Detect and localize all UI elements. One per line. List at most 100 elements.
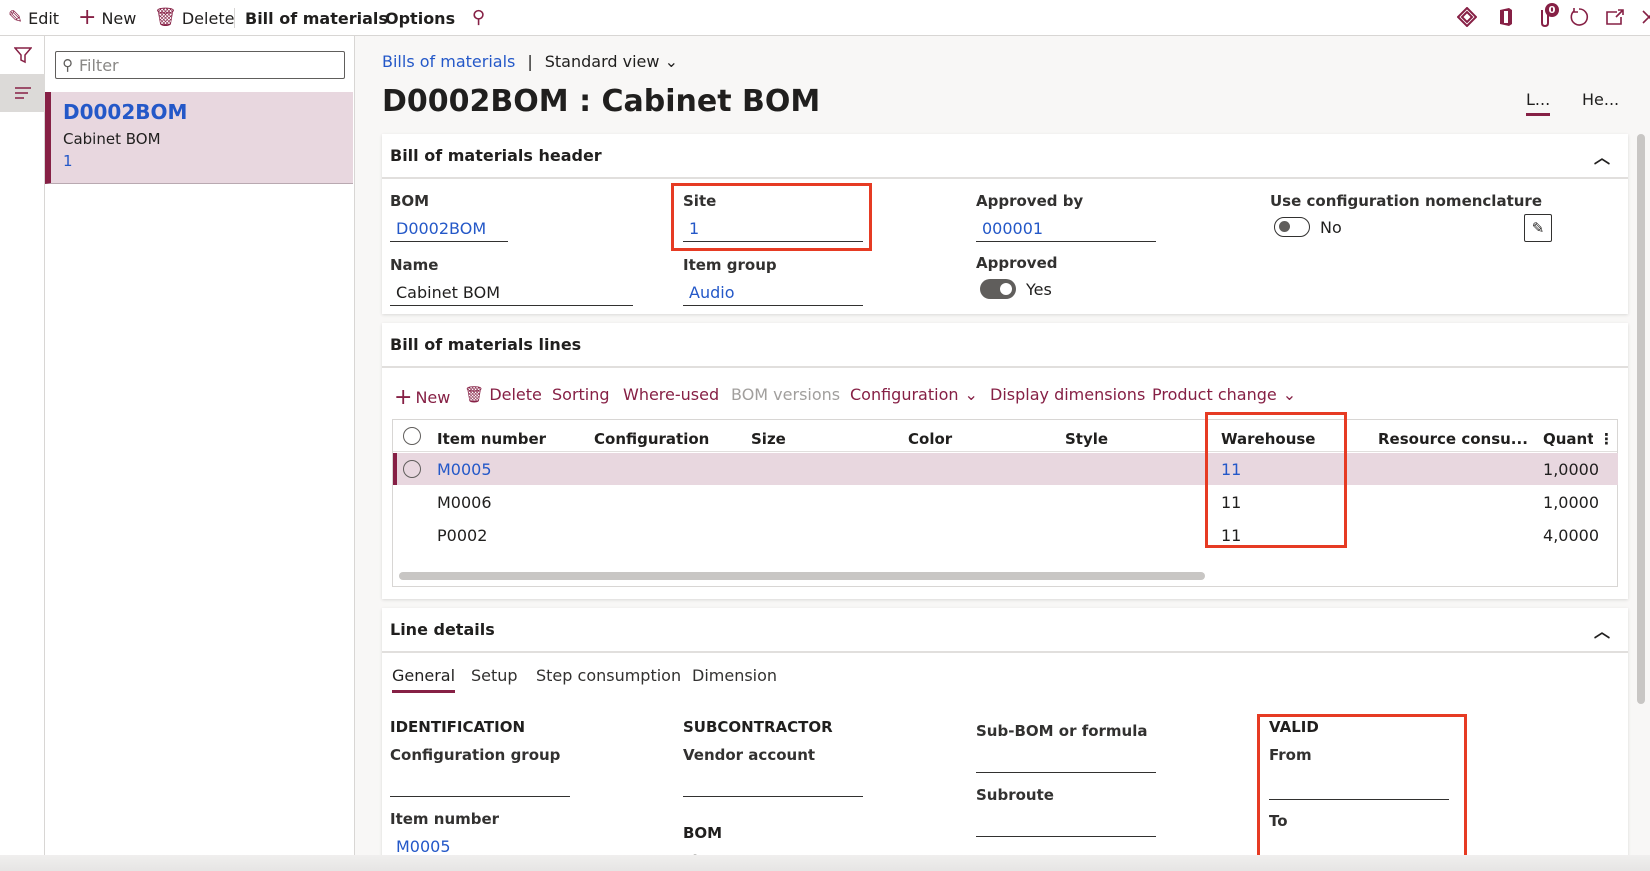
search-icon: ⚲ [62, 56, 73, 74]
cell-item-number[interactable]: P0002 [437, 526, 487, 545]
configuration-group-label: Configuration group [390, 746, 561, 764]
table-row[interactable]: M0006 11 1,0000 [393, 486, 1618, 518]
diamond-grid-icon[interactable] [1454, 4, 1480, 30]
attachment-count-badge: 0 [1545, 3, 1559, 17]
pencil-icon: ✎ [8, 7, 24, 28]
name-field[interactable]: Cabinet BOM [390, 280, 633, 306]
breadcrumb-link[interactable]: Bills of materials [382, 52, 515, 71]
funnel-icon [13, 47, 32, 64]
tab-setup[interactable]: Setup [471, 666, 518, 685]
valid-from-field[interactable] [1269, 799, 1449, 800]
delete-button[interactable]: 🗑 Delete [154, 6, 234, 30]
sorting-button[interactable]: Sorting [552, 385, 610, 404]
column-header-resource-consumption[interactable]: Resource consu... [1378, 430, 1528, 448]
chevron-down-icon: ⌄ [664, 52, 678, 71]
cell-quantity[interactable]: 4,0000 [1535, 526, 1599, 545]
more-columns-icon[interactable]: ⋮ [1599, 430, 1614, 448]
tab-header-view[interactable]: He... [1582, 90, 1619, 109]
left-rail [0, 36, 45, 871]
cell-item-number[interactable]: M0005 [437, 460, 492, 479]
edit-nomenclature-button[interactable]: ✎ [1524, 214, 1552, 242]
vendor-account-label: Vendor account [683, 746, 816, 764]
table-row[interactable]: M0005 11 1,0000 [393, 453, 1618, 485]
list-item-id: D0002BOM [63, 100, 188, 124]
use-config-nomenclature-value: No [1320, 218, 1342, 237]
cell-quantity[interactable]: 1,0000 [1535, 493, 1599, 512]
section-header[interactable]: Line details ︿ [382, 608, 1628, 653]
lines-new-button[interactable]: + New [394, 385, 450, 410]
bom-lines-grid: Item number Configuration Size Color Sty… [392, 412, 1618, 587]
item-group-label: Item group [683, 256, 777, 274]
tab-lines-view[interactable]: L... [1526, 90, 1551, 116]
list-icon [14, 87, 31, 99]
command-bar: ✎ Edit + New 🗑 Delete Bill of materials Opt… [0, 0, 1650, 36]
edit-button[interactable]: ✎ Edit [8, 6, 59, 30]
sub-bom-label: Sub-BOM or formula [976, 722, 1148, 740]
bom-field[interactable]: D0002BOM [390, 216, 508, 242]
configuration-menu[interactable]: Configuration ⌄ [850, 385, 978, 404]
cell-quantity[interactable]: 1,0000 [1535, 460, 1599, 479]
column-header-configuration[interactable]: Configuration [594, 430, 709, 448]
new-button[interactable]: + New [78, 6, 136, 30]
filter-pane-button[interactable] [0, 36, 45, 74]
tab-general[interactable]: General [392, 666, 456, 693]
section-header[interactable]: Bill of materials header ︿ [382, 134, 1628, 179]
where-used-button[interactable]: Where-used [623, 385, 719, 404]
select-all-radio[interactable] [403, 427, 421, 445]
line-details-card: Line details ︿ General Setup Step consum… [382, 608, 1628, 871]
sub-bom-field[interactable] [976, 772, 1156, 773]
site-field[interactable]: 1 [683, 216, 863, 242]
close-icon[interactable] [1636, 4, 1650, 30]
use-config-nomenclature-toggle[interactable] [1274, 217, 1310, 237]
site-label: Site [683, 192, 717, 210]
configuration-group-field[interactable] [390, 796, 570, 797]
column-header-size[interactable]: Size [751, 430, 786, 448]
trash-icon: 🗑 [464, 385, 485, 404]
tab-step-consumption[interactable]: Step consumption [536, 666, 681, 685]
view-selector[interactable]: Standard view ⌄ [545, 52, 678, 71]
product-change-menu[interactable]: Product change ⌄ [1152, 385, 1296, 404]
pencil-icon: ✎ [1531, 219, 1545, 237]
column-header-color[interactable]: Color [908, 430, 952, 448]
subroute-field[interactable] [976, 836, 1156, 837]
bom-heading: BOM [683, 824, 723, 842]
column-header-style[interactable]: Style [1065, 430, 1108, 448]
column-header-quantity[interactable]: Quantit [1543, 430, 1593, 448]
lines-delete-button[interactable]: 🗑 Delete [464, 385, 542, 404]
item-number-label: Item number [390, 810, 500, 828]
divider [234, 8, 235, 28]
table-row[interactable]: P0002 11 4,0000 [393, 519, 1618, 551]
chevron-up-icon[interactable]: ︿ [1594, 144, 1610, 168]
filter-input[interactable]: ⚲ Filter [55, 51, 345, 79]
search-button[interactable]: ⚲ [472, 6, 490, 30]
display-dimensions-button[interactable]: Display dimensions [990, 385, 1145, 404]
options-menu[interactable]: Options [385, 6, 455, 30]
list-view-button[interactable] [0, 74, 45, 112]
approved-toggle[interactable] [980, 279, 1016, 299]
bill-of-materials-menu[interactable]: Bill of materials [245, 6, 388, 30]
plus-icon: + [394, 385, 413, 410]
bom-versions-button[interactable]: BOM versions [731, 385, 840, 404]
item-group-field[interactable]: Audio [683, 280, 863, 306]
column-header-item-number[interactable]: Item number [437, 430, 546, 448]
section-header[interactable]: Bill of materials lines [382, 323, 1628, 368]
vertical-scrollbar[interactable] [1637, 134, 1645, 704]
office-icon[interactable] [1493, 4, 1519, 30]
highlight-box [1257, 714, 1467, 864]
vendor-account-field[interactable] [683, 796, 863, 797]
list-item[interactable]: D0002BOM Cabinet BOM 1 [45, 92, 353, 184]
chevron-up-icon[interactable]: ︿ [1594, 618, 1610, 642]
chevron-down-icon: ⌄ [964, 385, 978, 404]
cell-item-number[interactable]: M0006 [437, 493, 492, 512]
bom-header-card: Bill of materials header ︿ BOM D0002BOM … [382, 134, 1628, 314]
use-config-nomenclature-label: Use configuration nomenclature [1270, 192, 1542, 210]
horizontal-scrollbar[interactable] [399, 572, 1205, 580]
window-bottom-edge [0, 855, 1650, 871]
valid-from-label: From [1269, 746, 1312, 764]
tab-dimension[interactable]: Dimension [692, 666, 777, 685]
open-in-new-window-icon[interactable] [1602, 4, 1628, 30]
attachments-icon[interactable]: 0 [1533, 3, 1559, 30]
row-select-radio[interactable] [403, 460, 421, 478]
refresh-icon[interactable] [1566, 4, 1592, 30]
approved-by-field[interactable]: 000001 [976, 216, 1156, 242]
